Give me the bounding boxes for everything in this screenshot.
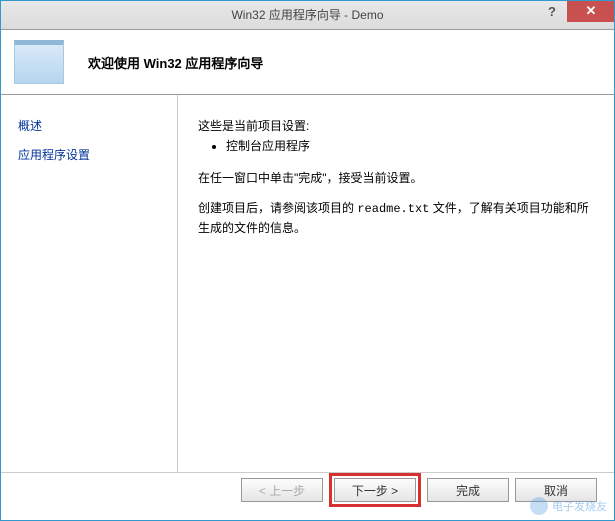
settings-intro: 这些是当前项目设置: [198, 117, 591, 135]
settings-item: 控制台应用程序 [226, 137, 591, 155]
content-area: 概述 应用程序设置 这些是当前项目设置: 控制台应用程序 在任一窗口中单击"完成… [0, 95, 615, 473]
next-highlight: 下一步 > [329, 473, 421, 507]
sidebar-item-overview[interactable]: 概述 [18, 117, 159, 134]
main-panel: 这些是当前项目设置: 控制台应用程序 在任一窗口中单击"完成"，接受当前设置。 … [178, 95, 615, 473]
settings-list: 控制台应用程序 [198, 137, 591, 155]
banner-title: 欢迎使用 Win32 应用程序向导 [88, 53, 263, 72]
titlebar: Win32 应用程序向导 - Demo ? ✕ [0, 0, 615, 30]
finish-instruction: 在任一窗口中单击"完成"，接受当前设置。 [198, 169, 591, 187]
readme-note: 创建项目后，请参阅该项目的 readme.txt 文件，了解有关项目功能和所生成… [198, 199, 591, 238]
titlebar-controls: ? ✕ [537, 0, 615, 22]
cancel-button[interactable]: 取消 [515, 478, 597, 502]
finish-button[interactable]: 完成 [427, 478, 509, 502]
help-button[interactable]: ? [537, 0, 567, 22]
button-bar: < 上一步 下一步 > 完成 取消 [241, 473, 597, 507]
window-title: Win32 应用程序向导 - Demo [0, 6, 615, 23]
readme-filename: readme.txt [357, 202, 429, 216]
header-banner: 欢迎使用 Win32 应用程序向导 [0, 30, 615, 95]
next-button[interactable]: 下一步 > [334, 478, 416, 502]
sidebar: 概述 应用程序设置 [0, 95, 178, 473]
sidebar-item-app-settings[interactable]: 应用程序设置 [18, 146, 159, 163]
prev-button: < 上一步 [241, 478, 323, 502]
wizard-icon [14, 40, 64, 84]
close-button[interactable]: ✕ [567, 0, 615, 22]
readme-pre: 创建项目后，请参阅该项目的 [198, 201, 357, 215]
